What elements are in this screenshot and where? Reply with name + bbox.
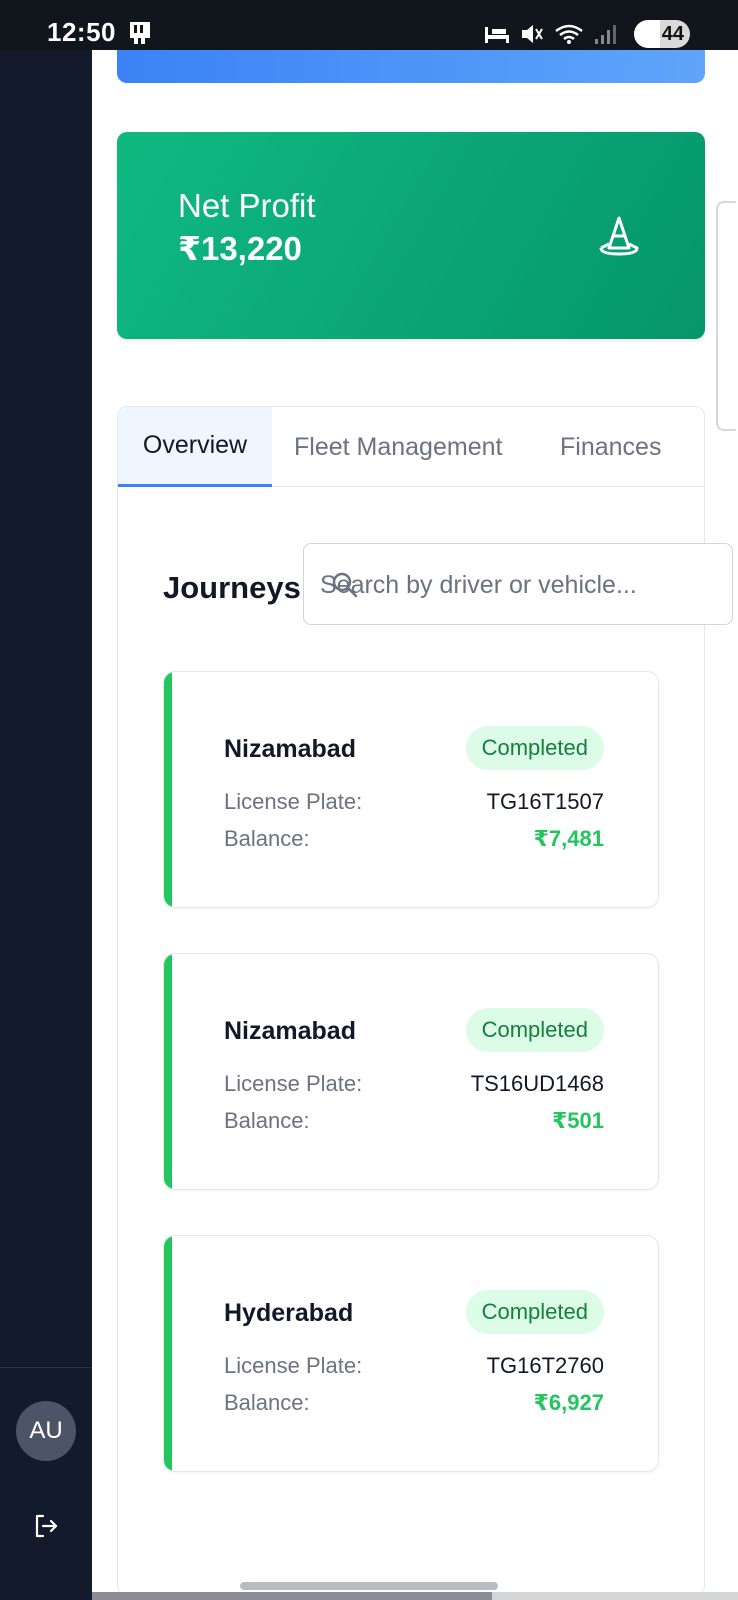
traffic-cone-icon: [599, 216, 639, 256]
status-badge: Completed: [465, 1008, 604, 1052]
balance-label: Balance:: [224, 1390, 310, 1415]
tab-finances[interactable]: Finances: [560, 407, 661, 487]
battery-indicator: 44: [634, 20, 690, 48]
journey-card[interactable]: Hyderabad Completed License Plate: TG16T…: [163, 1235, 659, 1472]
license-plate-value: TG16T1507: [486, 789, 604, 814]
gesture-nav-bar[interactable]: [240, 1582, 498, 1590]
balance-label: Balance:: [224, 826, 310, 851]
status-time: 12:50: [47, 17, 116, 47]
journey-city: Nizamabad: [224, 1017, 356, 1045]
journey-city: Nizamabad: [224, 735, 356, 763]
net-profit-value: ₹13,220: [178, 230, 302, 267]
journey-card[interactable]: Nizamabad Completed License Plate: TS16U…: [163, 953, 659, 1190]
license-plate-value: TG16T2760: [486, 1353, 604, 1378]
summary-card-blue: [117, 50, 705, 83]
journey-card[interactable]: Nizamabad Completed License Plate: TG16T…: [163, 671, 659, 908]
scrollbar-thumb[interactable]: [92, 1592, 492, 1600]
wifi-icon: [555, 24, 583, 44]
tab-overview[interactable]: Overview: [118, 407, 272, 487]
mute-icon: [522, 25, 543, 43]
journey-city: Hyderabad: [224, 1299, 354, 1327]
license-plate-label: License Plate:: [224, 1353, 363, 1378]
status-badge: Completed: [465, 1290, 604, 1334]
balance-value: ₹501: [551, 1108, 604, 1133]
main-content: Net Profit ₹13,220 Overview Fleet Manage…: [92, 50, 738, 1600]
sim-card-icon: [130, 22, 150, 44]
tab-fleet-management[interactable]: Fleet Management: [294, 407, 502, 487]
search-placeholder: Search by driver or vehicle...: [320, 571, 637, 599]
license-plate-label: License Plate:: [224, 1071, 363, 1096]
balance-value: ₹6,927: [533, 1390, 604, 1415]
card-accent: [164, 1236, 172, 1471]
sidebar: AU: [0, 50, 92, 1600]
bed-icon: [485, 27, 509, 43]
card-accent: [164, 672, 172, 907]
license-plate-label: License Plate:: [224, 789, 363, 814]
license-plate-value: TS16UD1468: [470, 1071, 604, 1096]
side-drawer-handle[interactable]: [716, 201, 736, 431]
card-accent: [164, 954, 172, 1189]
balance-value: ₹7,481: [533, 826, 604, 851]
status-bar: 12:50 44: [0, 0, 738, 50]
search-input[interactable]: Search by driver or vehicle...: [303, 543, 733, 625]
search-icon: [332, 572, 358, 598]
user-avatar[interactable]: AU: [16, 1401, 76, 1461]
horizontal-scrollbar[interactable]: [92, 1592, 738, 1600]
logout-icon[interactable]: [32, 1512, 60, 1540]
tab-bar: Overview Fleet Management Finances: [118, 407, 704, 487]
balance-label: Balance:: [224, 1108, 310, 1133]
status-badge: Completed: [465, 726, 604, 770]
battery-level: 44: [661, 22, 684, 45]
sidebar-divider: [0, 1367, 92, 1368]
signal-icon: [595, 25, 616, 44]
journeys-title: Journeys: [163, 570, 301, 605]
net-profit-card: Net Profit ₹13,220: [117, 132, 705, 339]
net-profit-label: Net Profit: [178, 187, 316, 224]
tabs-panel: Overview Fleet Management Finances Journ…: [117, 406, 733, 1596]
